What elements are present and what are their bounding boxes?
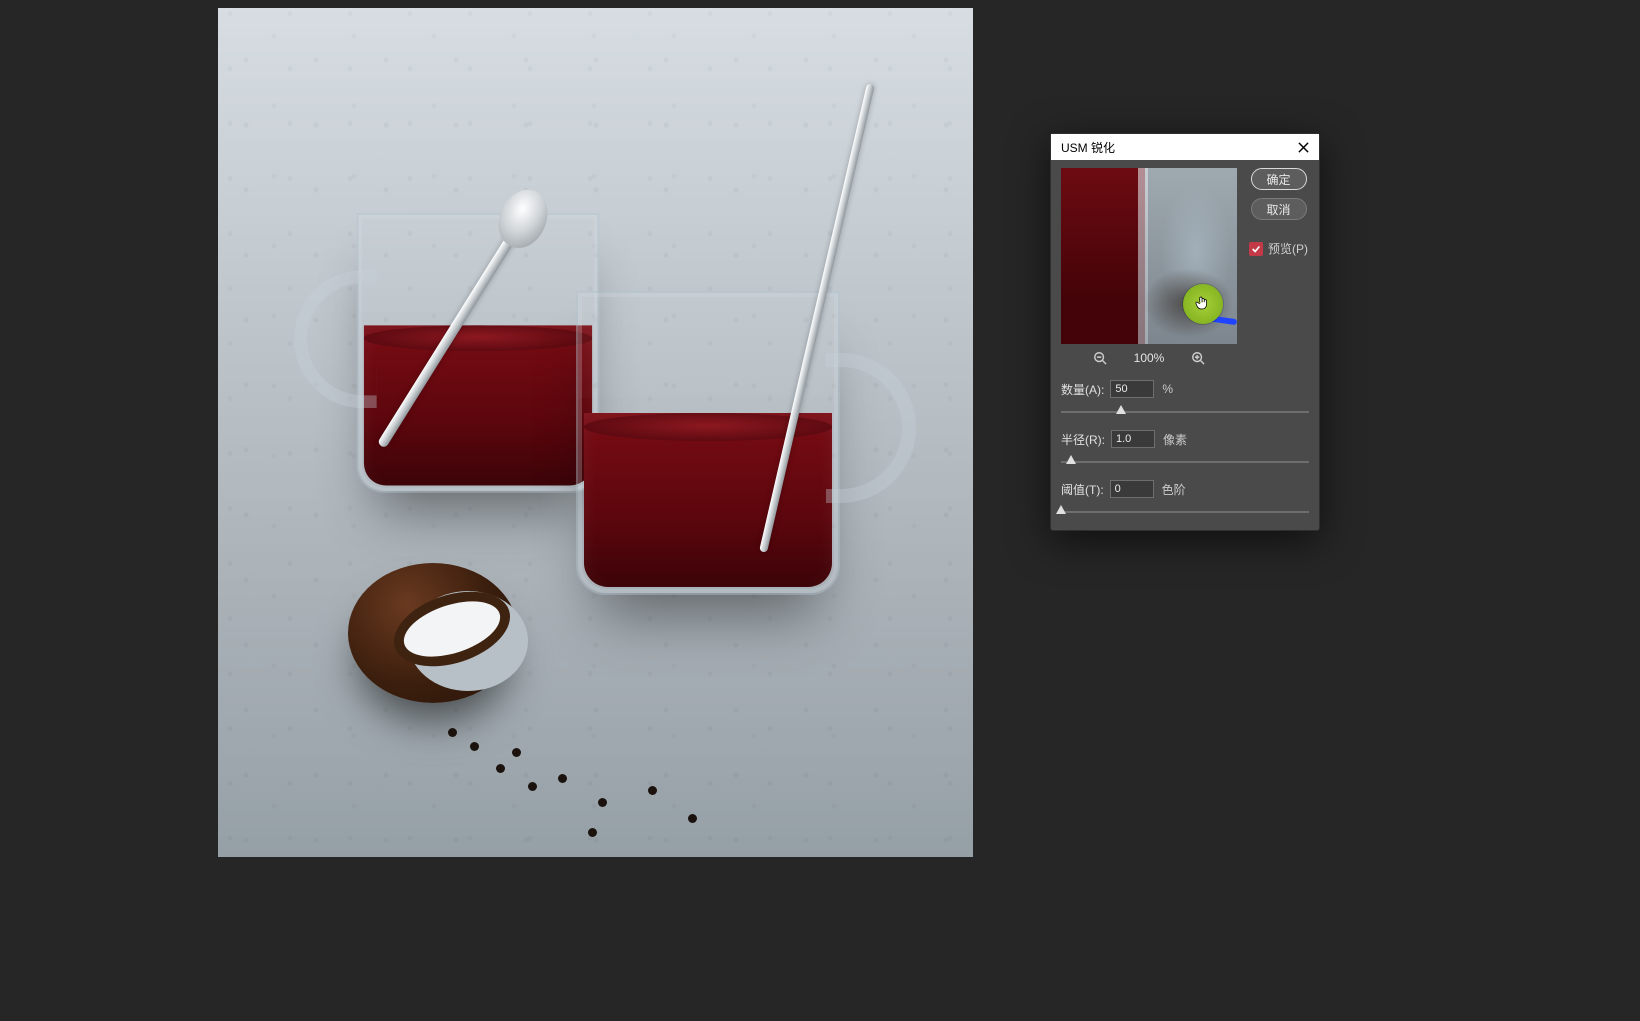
unsharp-mask-dialog: USM 锐化 确定 取消 (1050, 133, 1320, 531)
amount-label: 数量(A): (1061, 381, 1104, 398)
image-content-cookie (348, 563, 518, 703)
amount-slider[interactable] (1061, 408, 1309, 416)
radius-unit: 像素 (1163, 431, 1187, 448)
preview-checkbox-row[interactable]: 预览(P) (1249, 240, 1308, 257)
dialog-side-column: 确定 取消 预览(P) (1249, 168, 1308, 344)
preview-bg-left (1061, 168, 1145, 344)
preview-checkbox[interactable] (1249, 242, 1263, 256)
hand-cursor-icon (1193, 294, 1211, 312)
image-content-cup-left (358, 215, 597, 491)
preview-zoom-row: 100% (1061, 350, 1237, 366)
close-button[interactable] (1295, 139, 1311, 155)
dialog-top-row: 确定 取消 预览(P) (1061, 168, 1309, 344)
radius-slider[interactable] (1061, 458, 1309, 466)
slider-track (1061, 461, 1309, 463)
zoom-in-button[interactable] (1190, 350, 1206, 366)
preview-checkbox-label: 预览(P) (1268, 240, 1308, 257)
threshold-label: 阈值(T): (1061, 481, 1104, 498)
image-content-cup-handle (826, 353, 916, 503)
dialog-body: 确定 取消 预览(P) 100% (1051, 160, 1319, 530)
slider-track (1061, 511, 1309, 513)
zoom-in-icon (1191, 351, 1205, 365)
filter-preview[interactable] (1061, 168, 1237, 344)
param-threshold: 阈值(T): 色阶 (1061, 480, 1309, 516)
radius-input[interactable] (1111, 430, 1155, 448)
zoom-out-button[interactable] (1092, 350, 1108, 366)
slider-thumb[interactable] (1056, 505, 1066, 514)
slider-track (1061, 411, 1309, 413)
image-content-cup-right (578, 293, 838, 593)
dialog-title: USM 锐化 (1061, 139, 1115, 156)
threshold-slider[interactable] (1061, 508, 1309, 516)
ok-button[interactable]: 确定 (1251, 168, 1307, 190)
threshold-unit: 色阶 (1162, 481, 1186, 498)
threshold-input[interactable] (1110, 480, 1154, 498)
param-radius: 半径(R): 像素 (1061, 430, 1309, 466)
close-icon (1298, 142, 1309, 153)
cancel-button[interactable]: 取消 (1251, 198, 1307, 220)
slider-thumb[interactable] (1066, 455, 1076, 464)
slider-thumb[interactable] (1116, 405, 1126, 414)
image-content-cup-handle (294, 270, 377, 408)
dialog-titlebar[interactable]: USM 锐化 (1051, 134, 1319, 160)
amount-unit: % (1162, 382, 1173, 396)
radius-label: 半径(R): (1061, 431, 1105, 448)
amount-input[interactable] (1110, 380, 1154, 398)
zoom-out-icon (1093, 351, 1107, 365)
zoom-value: 100% (1134, 351, 1165, 365)
param-amount: 数量(A): % (1061, 380, 1309, 416)
check-icon (1251, 244, 1261, 254)
document-canvas[interactable] (218, 8, 973, 857)
